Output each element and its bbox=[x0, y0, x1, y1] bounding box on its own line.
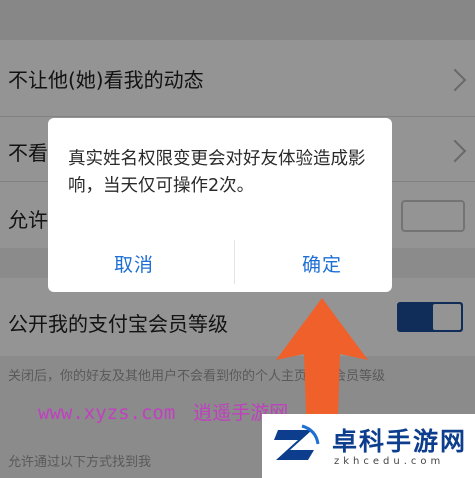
dialog-button-divider bbox=[234, 240, 235, 284]
z-logo-icon bbox=[274, 424, 320, 460]
cancel-button[interactable]: 取消 bbox=[48, 250, 220, 277]
badge-subtitle: zkhcedu.com bbox=[334, 456, 445, 467]
arrow-up-icon bbox=[276, 298, 368, 414]
site-watermark: www.xyzs.com 逍遥手游网 bbox=[38, 398, 288, 425]
watermark-url: www.xyzs.com bbox=[38, 402, 176, 424]
confirm-dialog: 真实姓名权限变更会对好友体验造成影响，当天仅可操作2次。 取消 确定 bbox=[48, 118, 392, 292]
dialog-message: 真实姓名权限变更会对好友体验造成影响，当天仅可操作2次。 bbox=[68, 149, 366, 196]
confirm-button[interactable]: 确定 bbox=[236, 250, 408, 277]
site-badge: 卓科手游网 zkhcedu.com bbox=[262, 414, 475, 478]
badge-title: 卓科手游网 bbox=[332, 427, 468, 456]
